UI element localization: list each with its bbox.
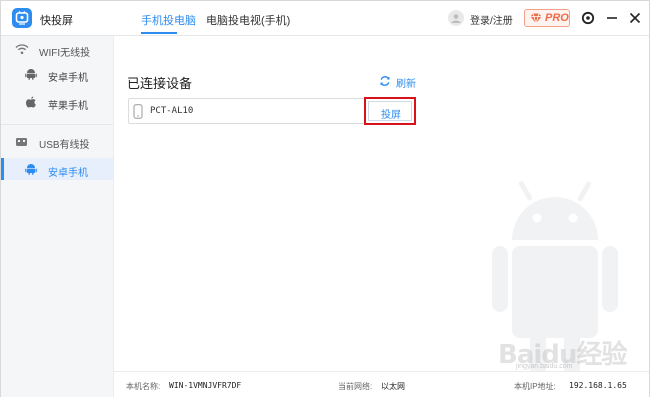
- pro-badge[interactable]: PRO: [524, 9, 570, 27]
- sidebar-item-usb-android[interactable]: 安卓手机: [1, 158, 113, 180]
- refresh-label: 刷新: [396, 79, 416, 90]
- cast-button-label: 投屏: [381, 110, 401, 121]
- sidebar-group-usb: USB有线投: [1, 132, 114, 152]
- refresh-icon: [380, 76, 390, 86]
- phone-icon: [133, 104, 143, 119]
- settings-icon[interactable]: [581, 11, 595, 25]
- login-register-link[interactable]: 登录/注册: [470, 12, 513, 27]
- sidebar-item-label: 安卓手机: [48, 168, 88, 179]
- active-tab-indicator: [141, 32, 177, 34]
- baidu-watermark-url: jingyan.baidu.com: [516, 363, 573, 370]
- close-icon[interactable]: [628, 11, 642, 25]
- sidebar-item-wifi-android[interactable]: 安卓手机: [1, 63, 113, 85]
- network-key: 当前网络:: [338, 382, 373, 391]
- pc-name-value: WIN-1VMNJVFR7DF: [169, 381, 242, 390]
- sidebar: WIFI无线投 安卓手机 苹果手机 USB有线投 安卓手机: [1, 36, 114, 397]
- usb-icon: [16, 138, 27, 146]
- tab-phone-to-pc[interactable]: 手机投电脑: [141, 12, 196, 28]
- ip-key: 本机IP地址:: [514, 382, 556, 391]
- sidebar-group-wifi-label: WIFI无线投: [39, 48, 91, 59]
- sidebar-group-wifi: WIFI无线投: [1, 40, 114, 60]
- connected-devices-title: 已连接设备: [127, 76, 193, 91]
- sidebar-divider: [1, 124, 113, 125]
- app-logo-icon: [12, 8, 32, 28]
- gem-icon: [530, 13, 542, 24]
- pro-label: PRO: [545, 12, 569, 24]
- cast-button-inner: 投屏: [368, 101, 412, 121]
- status-bar: 本机名称: WIN-1VMNJVFR7DF 当前网络: 以太网 本机IP地址: …: [114, 371, 649, 397]
- network-value: 以太网: [381, 382, 405, 391]
- tab-pc-to-tv[interactable]: 电脑投电视(手机): [206, 12, 290, 28]
- android-icon: [25, 69, 37, 80]
- app-name: 快投屏: [40, 15, 73, 27]
- wifi-icon: [15, 44, 29, 55]
- app-window: 快投屏 手机投电脑 电脑投电视(手机) 登录/注册 PRO WIFI无线投 安卓…: [0, 0, 650, 397]
- sidebar-item-wifi-apple[interactable]: 苹果手机: [1, 91, 113, 113]
- ip-value: 192.168.1.65: [569, 381, 627, 390]
- main-panel: 已连接设备 刷新 PCT-AL10 投屏: [114, 36, 649, 376]
- title-bar: 快投屏 手机投电脑 电脑投电视(手机) 登录/注册 PRO: [1, 1, 649, 36]
- device-name: PCT-AL10: [150, 106, 194, 116]
- sidebar-group-usb-label: USB有线投: [39, 140, 90, 151]
- avatar-icon[interactable]: [448, 10, 464, 26]
- sidebar-item-label: 安卓手机: [48, 73, 88, 84]
- cast-button[interactable]: 投屏: [364, 97, 416, 125]
- pc-name-key: 本机名称:: [126, 382, 161, 391]
- sidebar-item-label: 苹果手机: [48, 101, 88, 112]
- minimize-icon[interactable]: [605, 11, 619, 25]
- android-icon: [25, 164, 37, 175]
- apple-icon: [26, 96, 36, 108]
